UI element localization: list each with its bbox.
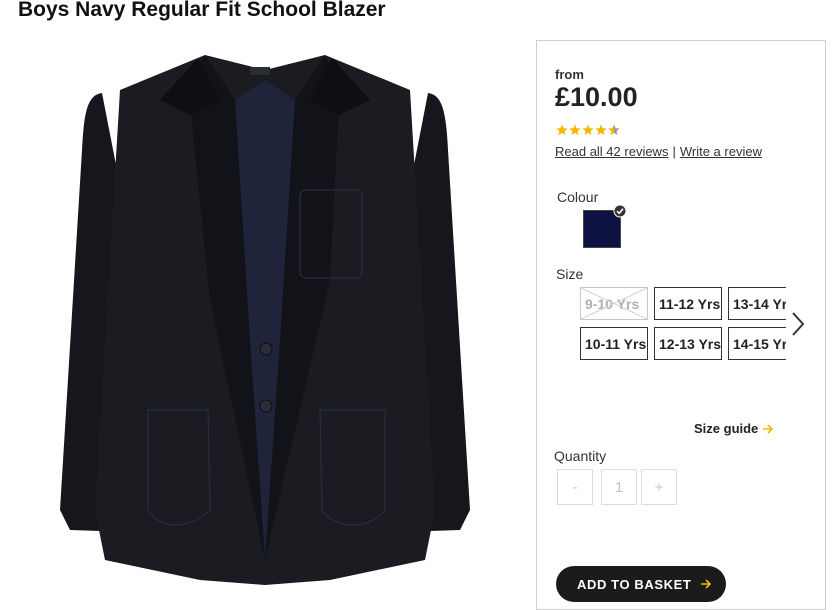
quantity-input[interactable]: 1 bbox=[601, 469, 637, 505]
product-title: Boys Navy Regular Fit School Blazer bbox=[18, 0, 386, 21]
size-option-14-15[interactable]: 14-15 Yrs bbox=[728, 327, 786, 360]
add-to-basket-label: ADD TO BASKET bbox=[577, 576, 692, 592]
product-price: £10.00 bbox=[555, 82, 638, 112]
size-options: 9-10 Yrs 11-12 Yrs 13-14 Yrs 10-11 Yrs 1… bbox=[580, 287, 786, 363]
quantity-label: Quantity bbox=[554, 448, 607, 464]
quantity-increase-button[interactable]: + bbox=[641, 469, 677, 505]
colour-label: Colour bbox=[557, 189, 599, 205]
arrow-right-icon bbox=[701, 579, 712, 589]
unavailable-cross-icon bbox=[581, 288, 647, 319]
size-guide-label: Size guide bbox=[694, 421, 759, 436]
star-icon bbox=[556, 124, 568, 135]
star-icon bbox=[582, 124, 594, 135]
star-icon bbox=[569, 124, 581, 135]
add-to-basket-button[interactable]: ADD TO BASKET bbox=[556, 566, 726, 602]
product-image bbox=[60, 55, 470, 585]
size-option-9-10-disabled: 9-10 Yrs bbox=[580, 287, 648, 320]
read-reviews-link[interactable]: Read all 42 reviews bbox=[555, 144, 668, 159]
size-option-13-14[interactable]: 13-14 Yrs bbox=[728, 287, 786, 320]
write-review-link[interactable]: Write a review bbox=[680, 144, 762, 159]
size-label: Size bbox=[556, 266, 584, 282]
size-option-label: 10-11 Yrs bbox=[585, 335, 647, 352]
colour-swatch-navy[interactable] bbox=[583, 204, 627, 250]
size-option-label: 12-13 Yrs bbox=[659, 335, 722, 352]
reviews-separator: | bbox=[672, 144, 676, 159]
size-option-11-12[interactable]: 11-12 Yrs bbox=[654, 287, 722, 320]
half-star-icon bbox=[608, 124, 620, 135]
size-option-label: 14-15 Yrs bbox=[733, 335, 786, 352]
star-rating[interactable] bbox=[556, 124, 620, 137]
star-icon bbox=[595, 124, 607, 135]
size-guide-link[interactable]: Size guide bbox=[694, 421, 774, 436]
quantity-decrease-button[interactable]: - bbox=[557, 469, 593, 505]
reviews-links: Read all 42 reviews | Write a review bbox=[555, 144, 762, 159]
chevron-right-icon[interactable] bbox=[789, 311, 807, 337]
size-option-12-13[interactable]: 12-13 Yrs bbox=[654, 327, 722, 360]
size-option-label: 11-12 Yrs bbox=[659, 295, 721, 312]
price-prefix: from bbox=[555, 67, 584, 82]
check-icon bbox=[613, 204, 627, 218]
arrow-right-icon bbox=[763, 423, 774, 434]
size-option-label: 13-14 Yrs bbox=[733, 295, 786, 312]
size-option-10-11[interactable]: 10-11 Yrs bbox=[580, 327, 648, 360]
